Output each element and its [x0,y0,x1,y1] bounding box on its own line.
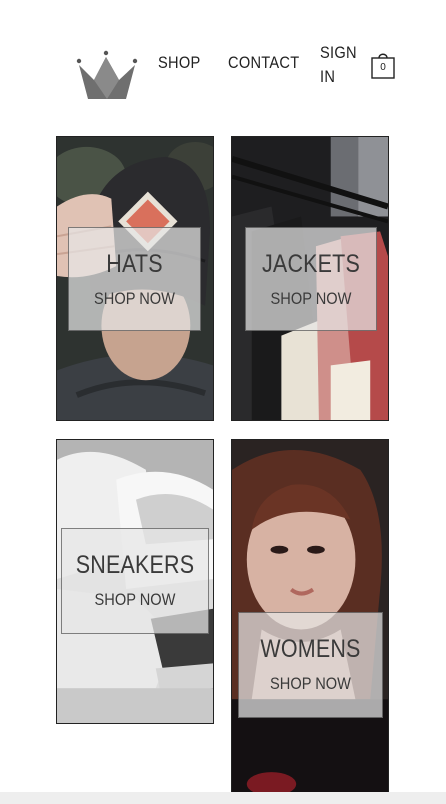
nav-contact-link[interactable]: CONTACT [228,53,299,73]
jackets-overlay: JACKETS SHOP NOW [245,227,377,331]
shop-now-link[interactable]: SHOP NOW [72,590,198,610]
nav-sign-in-link[interactable]: SIGN IN [320,41,357,89]
hats-overlay: HATS SHOP NOW [68,227,201,331]
cart-count: 0 [380,62,386,73]
nav-shop-link[interactable]: SHOP [158,53,200,73]
cart-button[interactable]: 0 [370,50,398,82]
womens-overlay: WOMENS SHOP NOW [238,612,383,718]
sign-in-line2: IN [320,67,336,86]
shop-now-link[interactable]: SHOP NOW [78,289,191,309]
header: SHOP CONTACT SIGN IN 0 [0,0,446,110]
shop-now-link[interactable]: SHOP NOW [255,289,367,309]
category-card-jackets[interactable]: JACKETS SHOP NOW [231,136,389,421]
sign-in-line1: SIGN [320,43,357,62]
category-title: HATS [106,250,163,278]
crown-logo-icon[interactable] [74,48,140,102]
category-card-sneakers[interactable]: SNEAKERS SHOP NOW [56,439,214,724]
bottom-scroll-bar [0,792,446,804]
category-title: JACKETS [262,250,360,278]
category-title: WOMENS [260,635,361,663]
category-card-hats[interactable]: HATS SHOP NOW [56,136,214,421]
sneakers-overlay: SNEAKERS SHOP NOW [61,528,209,634]
shop-now-link[interactable]: SHOP NOW [249,674,372,694]
category-card-womens[interactable]: WOMENS SHOP NOW [231,439,389,804]
category-title: SNEAKERS [75,551,195,579]
